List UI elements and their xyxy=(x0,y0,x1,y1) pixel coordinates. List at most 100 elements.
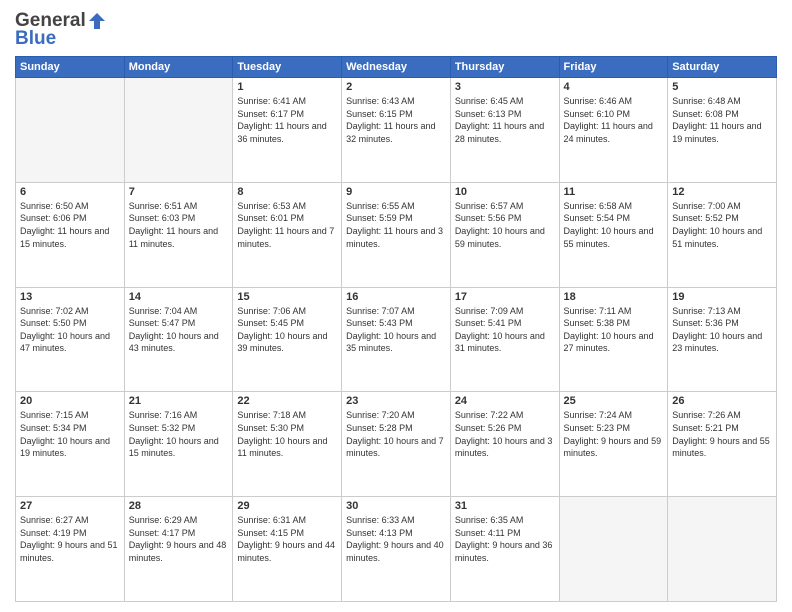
day-number: 26 xyxy=(672,395,772,407)
day-cell: 1 Sunrise: 6:41 AMSunset: 6:17 PMDaylight… xyxy=(233,78,342,183)
day-number: 22 xyxy=(237,395,337,407)
day-number: 24 xyxy=(455,395,555,407)
day-info: Sunrise: 7:11 AMSunset: 5:38 PMDaylight:… xyxy=(564,305,664,355)
day-cell xyxy=(668,497,777,602)
day-cell: 29Sunrise: 6:31 AMSunset: 4:15 PMDayligh… xyxy=(233,497,342,602)
day-number: 28 xyxy=(129,500,229,512)
day-info: Sunrise: 6:51 AMSunset: 6:03 PMDaylight:… xyxy=(129,200,229,250)
day-info: Sunrise: 6:31 AMSunset: 4:15 PMDaylight:… xyxy=(237,514,337,564)
day-info: Sunrise: 6:45 AMSunset: 6:13 PMDaylight:… xyxy=(455,95,555,145)
day-cell: 6Sunrise: 6:50 AMSunset: 6:06 PMDaylight… xyxy=(16,182,125,287)
day-info: Sunrise: 6:48 AMSunset: 6:08 PMDaylight:… xyxy=(672,95,772,145)
day-info: Sunrise: 7:18 AMSunset: 5:30 PMDaylight:… xyxy=(237,409,337,459)
day-cell: 9 Sunrise: 6:55 AMSunset: 5:59 PMDaylight… xyxy=(342,182,451,287)
weekday-saturday: Saturday xyxy=(668,57,777,78)
day-number: 8 xyxy=(237,186,337,198)
week-row-1: 1 Sunrise: 6:41 AMSunset: 6:17 PMDaylight… xyxy=(16,78,777,183)
day-cell: 3Sunrise: 6:45 AMSunset: 6:13 PMDaylight… xyxy=(450,78,559,183)
day-cell: 19 Sunrise: 7:13 AMSunset: 5:36 PMDayligh… xyxy=(668,287,777,392)
day-info: Sunrise: 7:20 AMSunset: 5:28 PMDaylight:… xyxy=(346,409,446,459)
day-info: Sunrise: 6:33 AMSunset: 4:13 PMDaylight:… xyxy=(346,514,446,564)
day-number: 23 xyxy=(346,395,446,407)
day-number: 4 xyxy=(564,81,664,93)
day-info: Sunrise: 6:43 AMSunset: 6:15 PMDaylight:… xyxy=(346,95,446,145)
day-cell: 28 Sunrise: 6:29 AMSunset: 4:17 PMDayligh… xyxy=(124,497,233,602)
day-number: 7 xyxy=(129,186,229,198)
calendar: SundayMondayTuesdayWednesdayThursdayFrid… xyxy=(15,56,777,602)
day-cell xyxy=(16,78,125,183)
week-row-5: 27 Sunrise: 6:27 AMSunset: 4:19 PMDayligh… xyxy=(16,497,777,602)
weekday-wednesday: Wednesday xyxy=(342,57,451,78)
day-info: Sunrise: 7:00 AMSunset: 5:52 PMDaylight:… xyxy=(672,200,772,250)
day-number: 9 xyxy=(346,186,446,198)
day-number: 14 xyxy=(129,291,229,303)
day-cell: 24Sunrise: 7:22 AMSunset: 5:26 PMDayligh… xyxy=(450,392,559,497)
day-number: 31 xyxy=(455,500,555,512)
day-info: Sunrise: 6:57 AMSunset: 5:56 PMDaylight:… xyxy=(455,200,555,250)
day-info: Sunrise: 7:13 AMSunset: 5:36 PMDaylight:… xyxy=(672,305,772,355)
day-cell: 14Sunrise: 7:04 AMSunset: 5:47 PMDayligh… xyxy=(124,287,233,392)
day-cell: 15Sunrise: 7:06 AMSunset: 5:45 PMDayligh… xyxy=(233,287,342,392)
day-cell: 5 Sunrise: 6:48 AMSunset: 6:08 PMDaylight… xyxy=(668,78,777,183)
day-info: Sunrise: 6:27 AMSunset: 4:19 PMDaylight:… xyxy=(20,514,120,564)
day-info: Sunrise: 7:26 AMSunset: 5:21 PMDaylight:… xyxy=(672,409,772,459)
day-cell: 22 Sunrise: 7:18 AMSunset: 5:30 PMDayligh… xyxy=(233,392,342,497)
day-info: Sunrise: 6:58 AMSunset: 5:54 PMDaylight:… xyxy=(564,200,664,250)
day-cell: 4 Sunrise: 6:46 AMSunset: 6:10 PMDaylight… xyxy=(559,78,668,183)
day-cell: 11Sunrise: 6:58 AMSunset: 5:54 PMDayligh… xyxy=(559,182,668,287)
weekday-friday: Friday xyxy=(559,57,668,78)
day-info: Sunrise: 7:02 AMSunset: 5:50 PMDaylight:… xyxy=(20,305,120,355)
week-row-4: 20Sunrise: 7:15 AMSunset: 5:34 PMDayligh… xyxy=(16,392,777,497)
day-cell: 12 Sunrise: 7:00 AMSunset: 5:52 PMDayligh… xyxy=(668,182,777,287)
day-number: 25 xyxy=(564,395,664,407)
day-cell: 21Sunrise: 7:16 AMSunset: 5:32 PMDayligh… xyxy=(124,392,233,497)
day-number: 16 xyxy=(346,291,446,303)
day-info: Sunrise: 6:55 AMSunset: 5:59 PMDaylight:… xyxy=(346,200,446,250)
day-cell: 16 Sunrise: 7:07 AMSunset: 5:43 PMDayligh… xyxy=(342,287,451,392)
day-cell: 10 Sunrise: 6:57 AMSunset: 5:56 PMDayligh… xyxy=(450,182,559,287)
day-number: 19 xyxy=(672,291,772,303)
day-info: Sunrise: 6:29 AMSunset: 4:17 PMDaylight:… xyxy=(129,514,229,564)
day-cell: 27 Sunrise: 6:27 AMSunset: 4:19 PMDayligh… xyxy=(16,497,125,602)
weekday-monday: Monday xyxy=(124,57,233,78)
day-info: Sunrise: 6:46 AMSunset: 6:10 PMDaylight:… xyxy=(564,95,664,145)
day-cell: 25 Sunrise: 7:24 AMSunset: 5:23 PMDayligh… xyxy=(559,392,668,497)
day-number: 30 xyxy=(346,500,446,512)
day-number: 1 xyxy=(237,81,337,93)
day-info: Sunrise: 7:06 AMSunset: 5:45 PMDaylight:… xyxy=(237,305,337,355)
day-number: 13 xyxy=(20,291,120,303)
day-cell: 17Sunrise: 7:09 AMSunset: 5:41 PMDayligh… xyxy=(450,287,559,392)
week-row-2: 6Sunrise: 6:50 AMSunset: 6:06 PMDaylight… xyxy=(16,182,777,287)
day-info: Sunrise: 6:35 AMSunset: 4:11 PMDaylight:… xyxy=(455,514,555,564)
day-cell: 8 Sunrise: 6:53 AMSunset: 6:01 PMDaylight… xyxy=(233,182,342,287)
day-number: 27 xyxy=(20,500,120,512)
day-cell xyxy=(124,78,233,183)
day-cell: 7 Sunrise: 6:51 AMSunset: 6:03 PMDaylight… xyxy=(124,182,233,287)
day-info: Sunrise: 6:41 AMSunset: 6:17 PMDaylight:… xyxy=(237,95,337,145)
day-cell: 20Sunrise: 7:15 AMSunset: 5:34 PMDayligh… xyxy=(16,392,125,497)
day-info: Sunrise: 6:53 AMSunset: 6:01 PMDaylight:… xyxy=(237,200,337,250)
day-cell: 30 Sunrise: 6:33 AMSunset: 4:13 PMDayligh… xyxy=(342,497,451,602)
day-number: 18 xyxy=(564,291,664,303)
day-cell: 26 Sunrise: 7:26 AMSunset: 5:21 PMDayligh… xyxy=(668,392,777,497)
weekday-tuesday: Tuesday xyxy=(233,57,342,78)
day-number: 17 xyxy=(455,291,555,303)
day-number: 5 xyxy=(672,81,772,93)
weekday-sunday: Sunday xyxy=(16,57,125,78)
day-number: 12 xyxy=(672,186,772,198)
day-cell: 13 Sunrise: 7:02 AMSunset: 5:50 PMDayligh… xyxy=(16,287,125,392)
day-cell: 23 Sunrise: 7:20 AMSunset: 5:28 PMDayligh… xyxy=(342,392,451,497)
header: General Blue xyxy=(15,10,777,50)
day-info: Sunrise: 7:24 AMSunset: 5:23 PMDaylight:… xyxy=(564,409,664,459)
day-number: 21 xyxy=(129,395,229,407)
day-number: 10 xyxy=(455,186,555,198)
week-row-3: 13 Sunrise: 7:02 AMSunset: 5:50 PMDayligh… xyxy=(16,287,777,392)
day-number: 20 xyxy=(20,395,120,407)
day-cell xyxy=(559,497,668,602)
day-cell: 31 Sunrise: 6:35 AMSunset: 4:11 PMDayligh… xyxy=(450,497,559,602)
day-number: 2 xyxy=(346,81,446,93)
logo: General Blue xyxy=(15,10,108,50)
logo-icon xyxy=(86,10,108,32)
day-info: Sunrise: 7:07 AMSunset: 5:43 PMDaylight:… xyxy=(346,305,446,355)
day-number: 6 xyxy=(20,186,120,198)
